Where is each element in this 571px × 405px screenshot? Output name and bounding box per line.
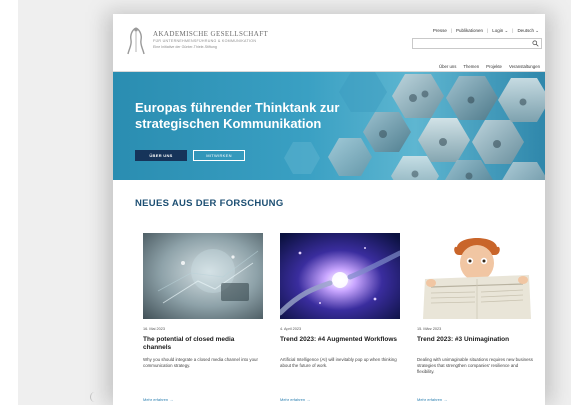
card-image-graphic: [280, 233, 400, 319]
logo-subtitle: FÜR UNTERNEHMENSFÜHRUNG & KOMMUNIKATION: [153, 39, 257, 43]
site-logo[interactable]: AKADEMISCHE GESELLSCHAFT FÜR UNTERNEHMEN…: [125, 26, 285, 60]
top-navigation: Presse | Publikationen | Login ⌄ | Deuts…: [433, 28, 539, 34]
decorative-curl: [90, 392, 99, 402]
news-card-augmented-workflows[interactable]: 4. April 2023 Trend 2023: #4 Augmented W…: [280, 233, 400, 405]
topnav-language-label: Deutsch: [517, 28, 534, 33]
topnav-separator: |: [512, 28, 514, 33]
webpage-screenshot: AKADEMISCHE GESELLSCHAFT FÜR UNTERNEHMEN…: [113, 14, 545, 405]
card-image-technology[interactable]: [143, 233, 263, 319]
card-title[interactable]: The potential of closed media channels: [143, 336, 261, 352]
topnav-publikationen[interactable]: Publikationen: [456, 28, 483, 34]
card-image-graphic: [417, 233, 537, 319]
card-text: Artificial Intelligence (AI) will inevit…: [280, 357, 397, 368]
hero-banner: Europas führender Thinktank zur strategi…: [113, 72, 545, 180]
nav-item-themen[interactable]: Themen: [463, 64, 479, 69]
topnav-language[interactable]: Deutsch ⌄: [517, 28, 539, 34]
topnav-login[interactable]: Login ⌄: [492, 28, 508, 34]
card-text: Why you should integrate a closed media …: [143, 357, 258, 368]
news-card-unimagination[interactable]: 15. März 2023 Trend 2023: #3 Unimaginati…: [417, 233, 537, 405]
card-read-more-link[interactable]: Mehr erfahren →: [280, 397, 310, 402]
chevron-down-icon: ⌄: [504, 28, 509, 33]
topnav-presse[interactable]: Presse: [433, 28, 447, 34]
participate-button[interactable]: MITWIRKEN: [193, 150, 245, 161]
card-image-ai-hand[interactable]: [280, 233, 400, 319]
search-input[interactable]: [412, 38, 542, 49]
hero-title: Europas führender Thinktank zur strategi…: [135, 100, 340, 131]
topnav-login-label: Login: [492, 28, 504, 33]
news-card-closed-media[interactable]: 16. Mai 2023 The potential of closed med…: [143, 233, 263, 405]
nav-item-ueber-uns[interactable]: Über uns: [439, 64, 456, 69]
card-read-more-link[interactable]: Mehr erfahren →: [143, 397, 173, 402]
site-header: AKADEMISCHE GESELLSCHAFT FÜR UNTERNEHMEN…: [113, 14, 545, 72]
card-date: 16. Mai 2023: [143, 327, 165, 331]
logo-figure-icon: [127, 27, 145, 55]
about-us-button[interactable]: ÜBER UNS: [135, 150, 187, 161]
card-title[interactable]: Trend 2023: #3 Unimagination: [417, 336, 535, 344]
card-image-newspaper-reader[interactable]: [417, 233, 537, 319]
chevron-down-icon: ⌄: [535, 28, 539, 33]
search-icon[interactable]: [532, 40, 539, 47]
card-date: 15. März 2023: [417, 327, 442, 331]
topnav-separator: |: [487, 28, 489, 33]
logo-title: AKADEMISCHE GESELLSCHAFT: [153, 30, 269, 38]
card-date: 4. April 2023: [280, 327, 302, 331]
section-title: NEUES AUS DER FORSCHUNG: [135, 198, 284, 209]
card-title[interactable]: Trend 2023: #4 Augmented Workflows: [280, 336, 398, 344]
nav-item-projekte[interactable]: Projekte: [486, 64, 502, 69]
card-read-more-link[interactable]: Mehr erfahren →: [417, 397, 447, 402]
card-image-graphic: [143, 233, 263, 319]
topnav-separator: |: [450, 28, 452, 33]
logo-tagline: Eine Initiative der Günter-Thiele-Stiftu…: [153, 45, 217, 49]
card-text: Dealing with unimaginable situations req…: [417, 357, 533, 374]
main-navigation: Über uns Themen Projekte Veranstaltungen: [439, 64, 540, 69]
nav-item-veranstaltungen[interactable]: Veranstaltungen: [509, 64, 540, 69]
